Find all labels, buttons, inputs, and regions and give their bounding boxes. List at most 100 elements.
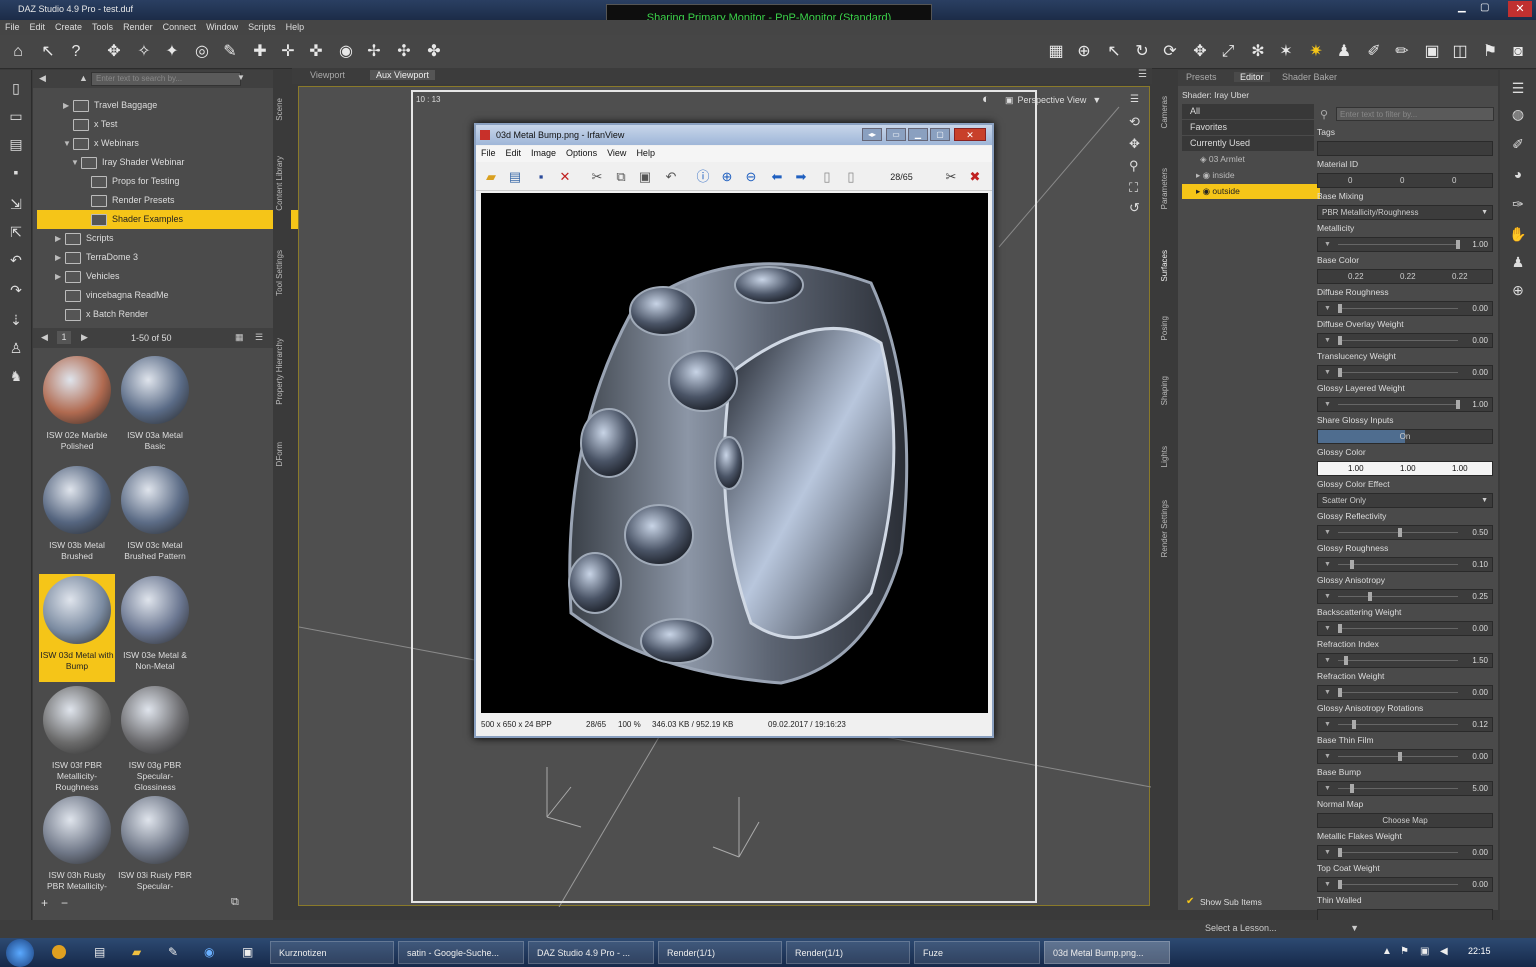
property-control[interactable]: 0.00 ▼	[1317, 877, 1493, 892]
next-image-icon[interactable]: ➡	[792, 168, 810, 186]
expand-icon[interactable]: ▼	[1324, 398, 1331, 411]
taskbar-item[interactable]: DAZ Studio 4.9 Pro - ...	[528, 941, 654, 964]
tab-shader-baker[interactable]: Shader Baker	[1282, 72, 1337, 82]
property-value[interactable]: 0	[1348, 174, 1352, 187]
irfan-maximize-icon[interactable]: ▢	[930, 128, 950, 141]
tree-item[interactable]: ▶ TerraDome 3	[37, 248, 283, 267]
property-control[interactable]: 1.50 ▼	[1317, 653, 1493, 668]
expand-arrow-icon[interactable]: ▼	[71, 153, 81, 172]
property-row[interactable]: Glossy Anisotropy Rotations 0.12 ▼	[1315, 702, 1493, 734]
lesson-selector[interactable]: Select a Lesson... ▼	[1205, 921, 1365, 936]
expand-icon[interactable]: ▼	[1324, 686, 1331, 699]
property-control[interactable]: Scatter Only ▼	[1317, 493, 1493, 508]
slider-track[interactable]	[1338, 628, 1458, 629]
property-row[interactable]: Metallic Flakes Weight 0.00 ▼	[1315, 830, 1493, 862]
menu-edit[interactable]: Edit	[25, 20, 51, 34]
expand-arrow-icon[interactable]: ▶	[55, 267, 65, 286]
page-number[interactable]: 1	[57, 331, 71, 344]
wand-icon[interactable]: ✑	[1508, 194, 1528, 214]
tree-item[interactable]: vincebagna ReadMe	[37, 286, 283, 305]
slider-handle[interactable]	[1338, 688, 1342, 697]
property-value[interactable]: 0.00	[1472, 334, 1488, 347]
cut-icon[interactable]: ✂	[588, 168, 606, 186]
slider-track[interactable]	[1338, 372, 1458, 373]
pointer-icon[interactable]: ↖	[1104, 42, 1124, 62]
copy-icon[interactable]: ⧉	[231, 896, 239, 909]
tab-shaping[interactable]: Shaping	[1160, 376, 1169, 405]
tool-brush-icon[interactable]: ✐	[1508, 134, 1528, 154]
menu-file[interactable]: File	[0, 20, 25, 34]
expand-icon[interactable]: ▼	[1324, 526, 1331, 539]
redo-icon[interactable]: ↷	[6, 280, 26, 300]
open-icon[interactable]: ▭	[6, 106, 26, 126]
thumbnail-item-selected[interactable]: ISW 03d Metal with Bump	[39, 574, 115, 682]
slider-track[interactable]	[1338, 340, 1458, 341]
reset-camera-icon[interactable]: ↺	[1129, 200, 1140, 216]
property-value[interactable]: 0.22	[1400, 270, 1416, 283]
slider-handle[interactable]	[1455, 400, 1460, 409]
pin-icon[interactable]: ▭	[886, 128, 906, 141]
viewport-menu-icon[interactable]: ☰	[1130, 94, 1139, 105]
figure-pose-icon[interactable]: ♟	[1334, 42, 1354, 62]
slider-track[interactable]	[1338, 788, 1458, 789]
figure-tool-icon[interactable]: ✶	[1276, 42, 1296, 62]
up-icon[interactable]: ▲	[79, 73, 88, 83]
property-row[interactable]: Backscattering Weight 0.00 ▼	[1315, 606, 1493, 638]
thumbnail-item[interactable]: ISW 03h Rusty PBR Metallicity-	[39, 794, 115, 902]
tab-parameters[interactable]: Parameters	[1160, 168, 1169, 209]
taskbar-item[interactable]: Render(1/1)	[658, 941, 782, 964]
property-value[interactable]: 1.00	[1472, 398, 1488, 411]
menu-help[interactable]: Help	[281, 20, 310, 34]
tab-scene[interactable]: Scene	[275, 98, 284, 121]
open-folder-icon[interactable]: ▰	[482, 168, 500, 186]
menu-create[interactable]: Create	[50, 20, 87, 34]
slider-handle[interactable]	[1350, 784, 1354, 793]
notes-quick-icon[interactable]: ▤	[94, 945, 105, 959]
property-value[interactable]: 0.00	[1472, 750, 1488, 763]
property-value[interactable]: 0	[1452, 174, 1456, 187]
thumbnail-item[interactable]: ISW 03c Metal Brushed Pattern	[117, 464, 193, 572]
save-icon[interactable]: ▪	[6, 162, 26, 182]
chrome-quick-icon[interactable]	[52, 945, 66, 959]
new-file-icon[interactable]: ▯	[6, 78, 26, 98]
expand-icon[interactable]: ▼	[1324, 654, 1331, 667]
slider-handle[interactable]	[1398, 752, 1402, 761]
expand-icon[interactable]: ▼	[1324, 302, 1331, 315]
world-icon[interactable]: ⊕	[1508, 280, 1528, 300]
irfan-menu-options[interactable]: Options	[561, 146, 602, 160]
expand-arrow-icon[interactable]: ▶	[55, 229, 65, 248]
thumbnail-item[interactable]: ISW 03g PBR Specular-Glossiness	[117, 684, 193, 792]
property-control[interactable]: Choose Map	[1317, 813, 1493, 828]
thumbnail-item[interactable]: ISW 03a Metal Basic	[117, 354, 193, 462]
property-row[interactable]: Base Mixing PBR Metallicity/Roughness ▼	[1315, 190, 1493, 222]
copy-file-icon[interactable]: ⧉	[612, 168, 630, 186]
menu-connect[interactable]: Connect	[158, 20, 202, 34]
slider-handle[interactable]	[1344, 656, 1348, 665]
tab-surfaces[interactable]: Surfaces	[1160, 250, 1169, 282]
expand-arrow-icon[interactable]: ▶	[55, 248, 65, 267]
drop-to-floor-icon[interactable]: ⇣	[6, 310, 26, 330]
property-row[interactable]: Refraction Weight 0.00 ▼	[1315, 670, 1493, 702]
irfan-close-icon[interactable]: ✕	[954, 128, 986, 141]
property-row[interactable]: Refraction Index 1.50 ▼	[1315, 638, 1493, 670]
zoom-out-icon[interactable]: ⊖	[742, 168, 760, 186]
orbit-camera-icon[interactable]: ⟲	[1129, 114, 1140, 130]
property-row[interactable]: Glossy Reflectivity 0.50 ▼	[1315, 510, 1493, 542]
expand-icon[interactable]: ▼	[1324, 366, 1331, 379]
camera-selector[interactable]: ▣ Perspective View ▼	[1005, 93, 1117, 107]
property-row[interactable]: Base Thin Film 0.00 ▼	[1315, 734, 1493, 766]
property-control[interactable]: 0.12 ▼	[1317, 717, 1493, 732]
menu-scripts[interactable]: Scripts	[243, 20, 281, 34]
thumbnail-item[interactable]: ISW 03i Rusty PBR Specular-	[117, 794, 193, 902]
tab-cameras[interactable]: Cameras	[1160, 96, 1169, 128]
property-value[interactable]: 0.10	[1472, 558, 1488, 571]
expand-icon[interactable]: ▼	[1324, 718, 1331, 731]
property-value[interactable]: 1.50	[1472, 654, 1488, 667]
back-icon[interactable]: ◀	[39, 73, 46, 84]
property-control[interactable]	[1317, 141, 1493, 156]
filter-all[interactable]: All	[1182, 104, 1314, 119]
taskbar-item[interactable]: satin - Google-Suche...	[398, 941, 524, 964]
info-icon[interactable]: ⓘ	[694, 168, 712, 186]
property-value[interactable]: 0.00	[1472, 878, 1488, 891]
thumbnail-item[interactable]: ISW 03f PBR Metallicity-Roughness	[39, 684, 115, 792]
